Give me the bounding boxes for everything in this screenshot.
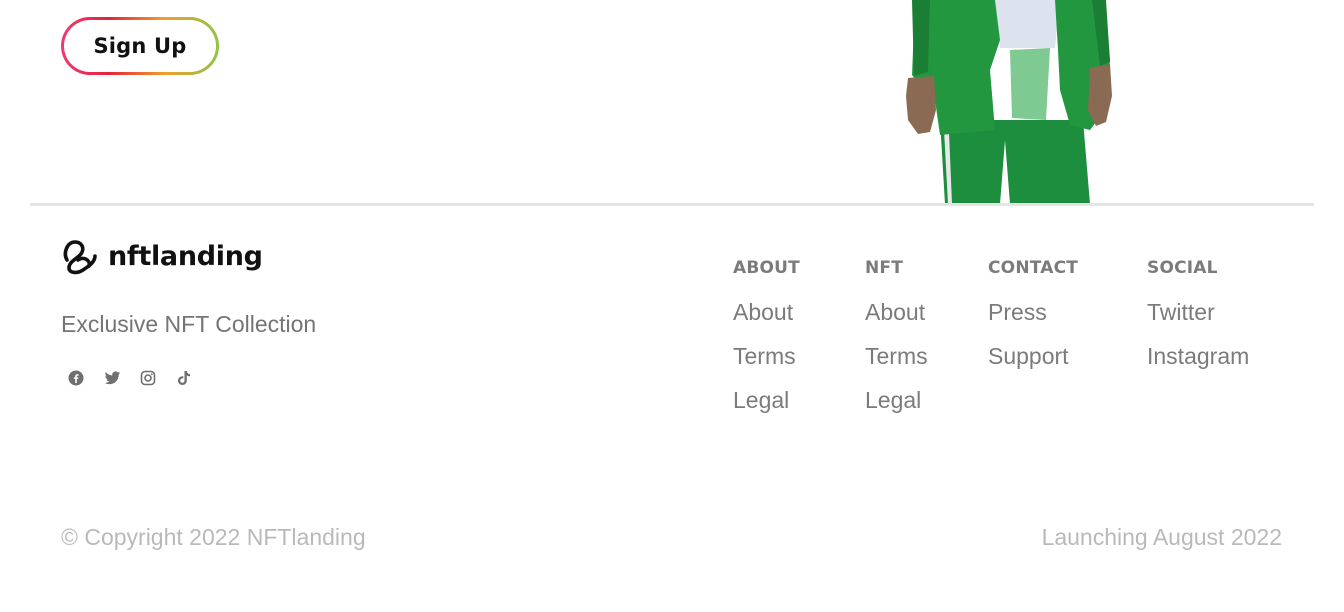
- column-heading: SOCIAL: [1147, 258, 1218, 278]
- landing-page: Sign Up nftlanding Exclusive NFT Collect…: [0, 0, 1344, 612]
- section-divider: [30, 203, 1314, 206]
- brand-name: nftlanding: [108, 241, 263, 272]
- footer-link-twitter[interactable]: Twitter: [1147, 299, 1249, 326]
- footer-link-legal[interactable]: Legal: [733, 387, 800, 414]
- footer-link-about[interactable]: About: [733, 299, 800, 326]
- hero-character-image: [906, 0, 1112, 204]
- footer-column-about: ABOUT About Terms Legal: [733, 258, 800, 431]
- nftlanding-logo-icon: [63, 240, 97, 275]
- footer-link-terms[interactable]: Terms: [865, 343, 928, 370]
- footer-brand[interactable]: nftlanding: [61, 238, 263, 275]
- launch-date-text: Launching August 2022: [1041, 524, 1282, 550]
- footer-column-nft: NFT About Terms Legal: [865, 258, 928, 431]
- signup-button-label: Sign Up: [64, 20, 216, 72]
- facebook-icon[interactable]: [67, 369, 85, 387]
- footer-column-contact: CONTACT Press Support: [988, 258, 1078, 387]
- copyright-text: © Copyright 2022 NFTlanding: [61, 524, 366, 550]
- instagram-icon[interactable]: [139, 369, 157, 387]
- footer-tagline: Exclusive NFT Collection: [61, 311, 317, 337]
- footer-link-terms[interactable]: Terms: [733, 343, 800, 370]
- column-heading: CONTACT: [988, 258, 1079, 278]
- column-heading: ABOUT: [733, 258, 800, 278]
- tiktok-icon[interactable]: [175, 369, 193, 387]
- footer-column-social: SOCIAL Twitter Instagram: [1147, 258, 1249, 387]
- footer-link-support[interactable]: Support: [988, 343, 1078, 370]
- footer-link-press[interactable]: Press: [988, 299, 1078, 326]
- column-heading: NFT: [865, 258, 904, 278]
- footer-link-legal[interactable]: Legal: [865, 387, 928, 414]
- social-icons: [67, 369, 193, 387]
- twitter-icon[interactable]: [103, 369, 121, 387]
- signup-button[interactable]: Sign Up: [61, 17, 219, 75]
- footer-link-instagram[interactable]: Instagram: [1147, 343, 1249, 370]
- footer-link-about[interactable]: About: [865, 299, 928, 326]
